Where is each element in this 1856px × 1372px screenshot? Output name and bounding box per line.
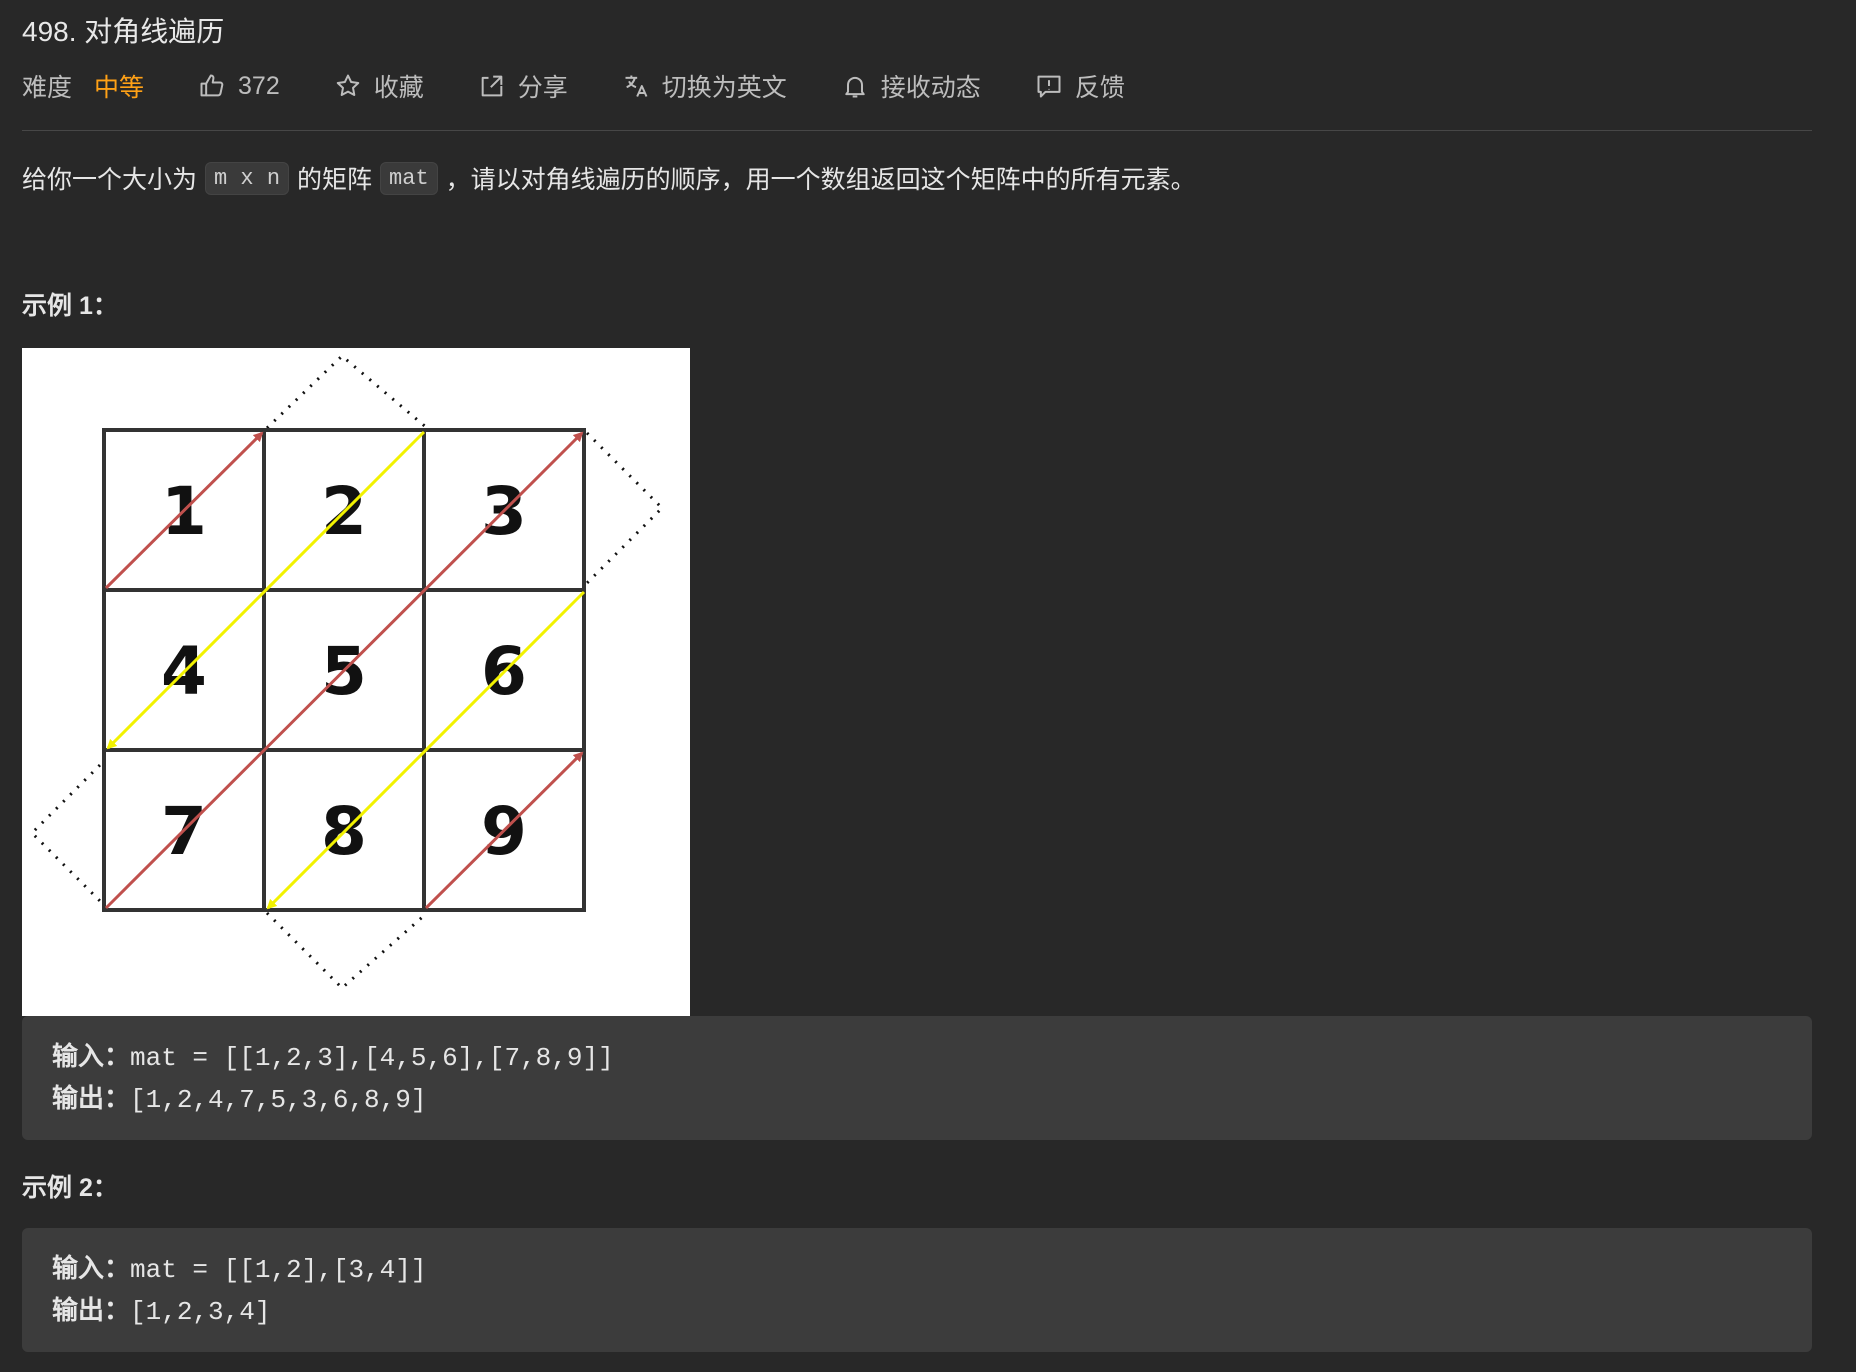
translate-icon — [625, 75, 648, 97]
diagonal-traversal-figure: 1 2 3 4 5 6 7 8 9 — [22, 348, 690, 1016]
switch-language-label: 切换为英文 — [661, 74, 787, 102]
subscribe-label: 接收动态 — [880, 74, 981, 102]
share-icon — [481, 75, 503, 97]
description-text-1: 给你一个大小为 — [22, 166, 198, 194]
difficulty-value: 中等 — [94, 74, 145, 102]
description-text-3: ，请以对角线遍历的顺序，用一个数组返回这个矩阵中的所有元素。 — [445, 166, 1196, 194]
output-label: 输出： — [52, 1296, 131, 1326]
input-value: mat = [[1,2,3],[4,5,6],[7,8,9]] — [130, 1043, 614, 1073]
problem-description: 给你一个大小为 m x n 的矩阵 mat ，请以对角线遍历的顺序，用一个数组返… — [22, 158, 1196, 198]
switch-language-button[interactable]: 切换为英文 — [622, 68, 787, 104]
inline-code-mxn: m x n — [205, 161, 290, 195]
input-label: 输入： — [52, 1254, 131, 1284]
output-value: [1,2,3,4] — [130, 1297, 271, 1327]
example-2-input-line: 输入：mat = [[1,2],[3,4]] — [52, 1248, 1812, 1290]
star-icon — [336, 74, 360, 96]
share-button[interactable]: 分享 — [478, 68, 568, 104]
favorite-button[interactable]: 收藏 — [334, 68, 424, 104]
favorite-label: 收藏 — [373, 74, 424, 102]
divider — [22, 130, 1812, 131]
output-label: 输出： — [52, 1084, 131, 1114]
description-text-2: 的矩阵 — [297, 166, 373, 194]
output-value: [1,2,4,7,5,3,6,8,9] — [130, 1085, 427, 1115]
share-label: 分享 — [517, 74, 568, 102]
input-value: mat = [[1,2],[3,4]] — [130, 1255, 427, 1285]
meta-bar: 难度 中等 372 收藏 分享 切换为英文 接收动态 反馈 — [22, 66, 1179, 106]
example-2-code: 输入：mat = [[1,2],[3,4]] 输出：[1,2,3,4] — [22, 1228, 1812, 1352]
example-1-heading: 示例 1： — [22, 292, 118, 320]
input-label: 输入： — [52, 1042, 131, 1072]
like-button[interactable]: 372 — [198, 72, 280, 101]
subscribe-button[interactable]: 接收动态 — [841, 68, 981, 104]
example-2-output-line: 输出：[1,2,3,4] — [52, 1290, 1812, 1332]
feedback-icon — [1037, 75, 1061, 98]
example-1-code: 输入：mat = [[1,2,3],[4,5,6],[7,8,9]] 输出：[1… — [22, 1016, 1812, 1140]
problem-title: 498. 对角线遍历 — [22, 16, 225, 47]
example-2-heading: 示例 2： — [22, 1174, 118, 1202]
like-count: 372 — [238, 71, 280, 100]
matrix-diagram: 1 2 3 4 5 6 7 8 9 — [29, 353, 665, 991]
example-1-input-line: 输入：mat = [[1,2,3],[4,5,6],[7,8,9]] — [52, 1036, 1812, 1078]
thumbs-up-icon — [200, 74, 224, 97]
feedback-label: 反馈 — [1074, 74, 1125, 102]
example-1-output-line: 输出：[1,2,4,7,5,3,6,8,9] — [52, 1078, 1812, 1120]
feedback-button[interactable]: 反馈 — [1035, 68, 1125, 104]
bell-icon — [845, 76, 865, 98]
inline-code-mat: mat — [380, 161, 438, 195]
difficulty-label: 难度 — [22, 74, 73, 102]
